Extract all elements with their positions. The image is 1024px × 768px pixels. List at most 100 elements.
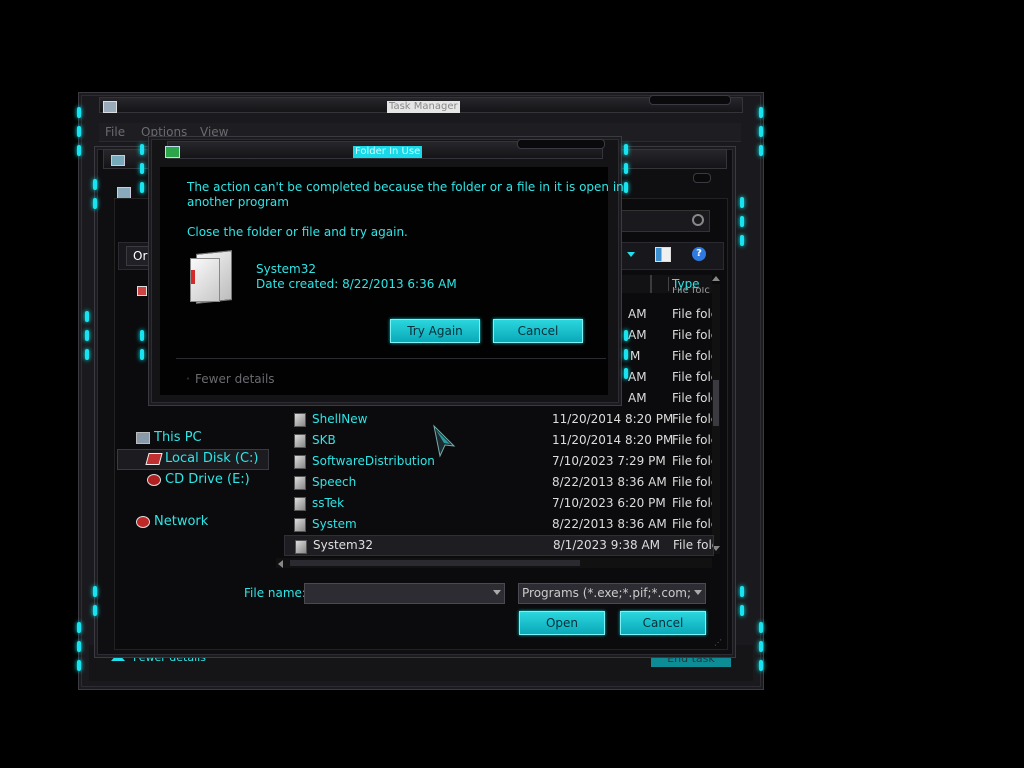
mouse-cursor-icon bbox=[433, 424, 456, 458]
alert-message-line2: another program bbox=[187, 195, 289, 209]
table-row[interactable]: ShellNew 11/20/2014 8:20 PM File folc bbox=[284, 409, 712, 430]
file-name-dropdown-arrow-icon[interactable] bbox=[493, 590, 501, 595]
led-light bbox=[140, 163, 144, 174]
led-light bbox=[77, 145, 81, 156]
network-icon bbox=[136, 516, 150, 528]
file-name-input[interactable] bbox=[304, 583, 505, 604]
led-light bbox=[93, 198, 97, 209]
row-date: 11/20/2014 8:20 PM bbox=[552, 433, 674, 447]
led-light bbox=[759, 622, 763, 633]
row-name: SKB bbox=[312, 433, 336, 447]
file-dialog-cancel-button[interactable]: Cancel bbox=[620, 611, 706, 635]
hidden-row-type: File folc bbox=[672, 370, 718, 384]
table-row[interactable]: SoftwareDistribution 7/10/2023 7:29 PM F… bbox=[284, 451, 712, 472]
view-options-arrow-icon[interactable] bbox=[627, 252, 635, 257]
folder-icon bbox=[294, 434, 306, 448]
led-light bbox=[77, 126, 81, 137]
help-icon[interactable]: ? bbox=[692, 247, 706, 261]
file-type-filter[interactable]: Programs (*.exe;*.pif;*.com;*.ba bbox=[518, 583, 706, 604]
folder-icon bbox=[295, 540, 307, 554]
hidden-row-type: File folc bbox=[672, 328, 718, 342]
led-light bbox=[77, 622, 81, 633]
cd-drive-icon bbox=[147, 474, 161, 486]
led-light bbox=[740, 586, 744, 597]
nav-network[interactable]: Network bbox=[136, 514, 208, 529]
nav-collapsed-item-icon bbox=[137, 286, 147, 296]
table-row[interactable]: SKB 11/20/2014 8:20 PM File folc bbox=[284, 430, 712, 451]
alert-divider bbox=[176, 358, 606, 359]
row-type: File folc bbox=[672, 454, 712, 468]
alert-app-icon bbox=[165, 146, 180, 158]
hidden-row-date: AM bbox=[628, 391, 647, 405]
led-light bbox=[759, 145, 763, 156]
table-row-selected[interactable]: System32 8/1/2023 9:38 AM File folc bbox=[284, 535, 714, 556]
table-row[interactable]: System 8/22/2013 8:36 AM File folc bbox=[284, 514, 712, 535]
menu-file[interactable]: File bbox=[105, 125, 125, 139]
led-light bbox=[759, 660, 763, 671]
scroll-left-arrow-icon[interactable] bbox=[278, 560, 283, 568]
task-manager-app-icon bbox=[103, 101, 117, 113]
alert-cancel-button[interactable]: Cancel bbox=[493, 319, 583, 343]
filter-dropdown-arrow-icon[interactable] bbox=[694, 590, 702, 595]
hidden-row-type: File folc bbox=[672, 307, 718, 321]
preview-pane-icon[interactable] bbox=[655, 247, 671, 262]
column-scroll-up[interactable] bbox=[712, 276, 720, 281]
alert-notch bbox=[517, 139, 605, 149]
table-row[interactable]: Speech 8/22/2013 8:36 AM File folc bbox=[284, 472, 712, 493]
nav-this-pc[interactable]: This PC bbox=[136, 430, 202, 445]
folder-icon bbox=[294, 476, 306, 490]
partial-row-type: File folc bbox=[672, 287, 710, 294]
fewer-details-chevron-icon[interactable]: ˄ bbox=[186, 377, 190, 386]
hidden-row-date: M bbox=[630, 349, 641, 363]
led-light bbox=[85, 330, 89, 341]
row-type: File folc bbox=[672, 517, 712, 531]
horizontal-scrollbar-thumb[interactable] bbox=[290, 560, 580, 566]
alert-fewer-details[interactable]: Fewer details bbox=[195, 372, 275, 386]
nav-cd-drive[interactable]: CD Drive (E:) bbox=[147, 472, 250, 487]
open-dialog-app-icon bbox=[111, 155, 125, 166]
row-type: File folc bbox=[672, 412, 712, 426]
led-light bbox=[140, 330, 144, 341]
row-date: 7/10/2023 6:20 PM bbox=[552, 496, 666, 510]
led-light bbox=[759, 641, 763, 652]
folder-icon bbox=[190, 248, 236, 304]
led-light bbox=[740, 235, 744, 246]
row-date: 8/22/2013 8:36 AM bbox=[552, 517, 667, 531]
row-type: File folc bbox=[672, 475, 712, 489]
row-name: Speech bbox=[312, 475, 357, 489]
folder-icon bbox=[294, 518, 306, 532]
column-separator bbox=[650, 275, 652, 293]
led-light bbox=[624, 182, 628, 193]
folder-icon bbox=[294, 413, 306, 427]
row-name: SoftwareDistribution bbox=[312, 454, 435, 468]
open-button[interactable]: Open bbox=[519, 611, 605, 635]
table-row[interactable]: ssTek 7/10/2023 6:20 PM File folc bbox=[284, 493, 712, 514]
search-icon[interactable] bbox=[692, 214, 704, 226]
row-type: File folc bbox=[672, 496, 712, 510]
led-light bbox=[624, 349, 628, 360]
led-light bbox=[740, 216, 744, 227]
row-date: 11/20/2014 8:20 PM bbox=[552, 412, 674, 426]
led-light bbox=[93, 605, 97, 616]
led-light bbox=[93, 179, 97, 190]
task-manager-title: Task Manager bbox=[387, 101, 460, 113]
led-light bbox=[624, 368, 628, 379]
alert-item-date: Date created: 8/22/2013 6:36 AM bbox=[256, 277, 457, 291]
vertical-scrollbar-thumb[interactable] bbox=[713, 380, 719, 426]
resize-grip-icon[interactable]: ⋰ bbox=[714, 638, 722, 647]
row-date: 7/10/2023 7:29 PM bbox=[552, 454, 666, 468]
alert-item-name: System32 bbox=[256, 262, 317, 276]
row-type: File folc bbox=[673, 538, 713, 552]
led-light bbox=[624, 163, 628, 174]
led-light bbox=[759, 126, 763, 137]
row-type: File folc bbox=[672, 433, 712, 447]
led-light bbox=[759, 107, 763, 118]
led-light bbox=[85, 311, 89, 322]
nav-local-disk[interactable]: Local Disk (C:) bbox=[145, 451, 258, 466]
folder-icon bbox=[294, 455, 306, 469]
file-name-label: File name: bbox=[244, 586, 306, 600]
titlebar-notch bbox=[649, 95, 731, 105]
try-again-button[interactable]: Try Again bbox=[390, 319, 480, 343]
hidden-row-date: AM bbox=[628, 307, 647, 321]
row-name: ssTek bbox=[312, 496, 345, 510]
